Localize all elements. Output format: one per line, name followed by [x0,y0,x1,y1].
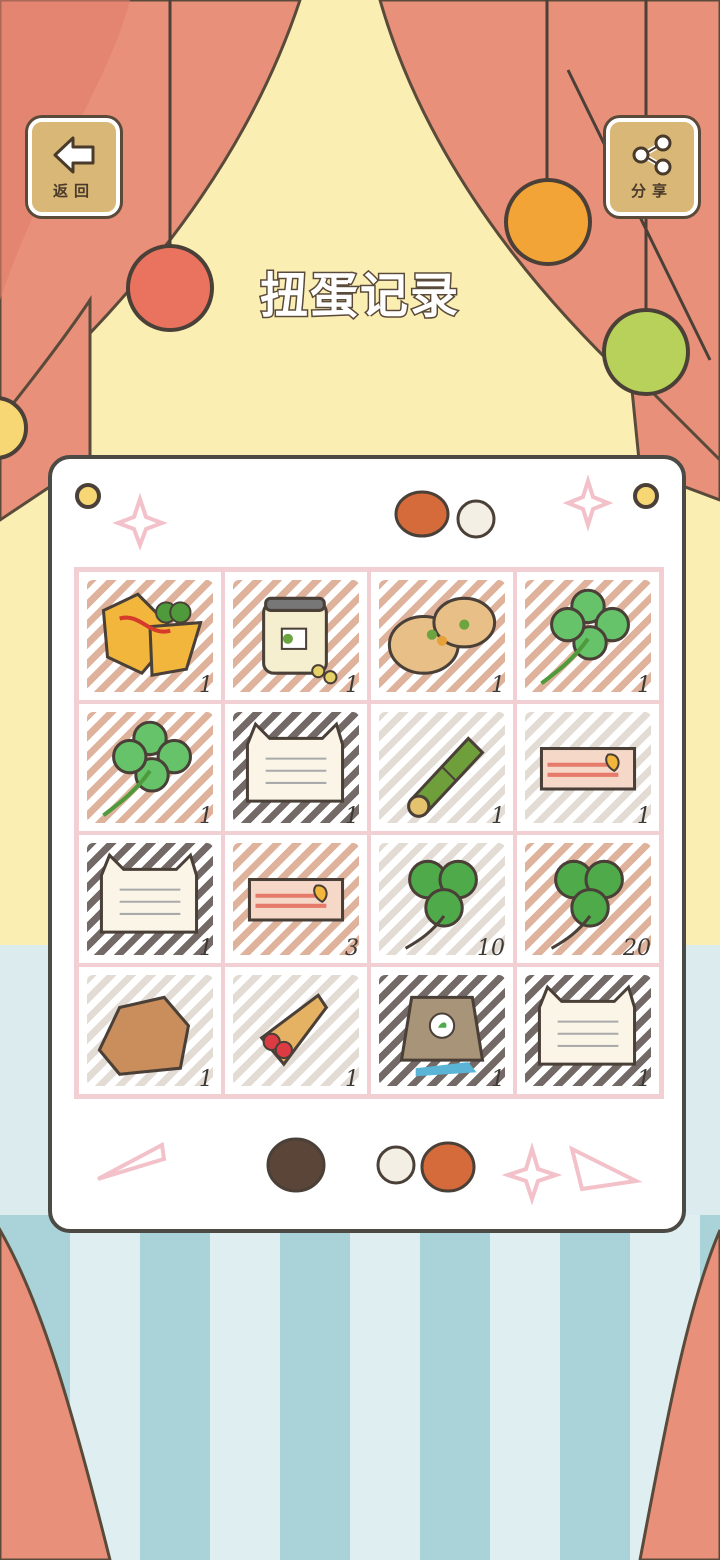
grid-item[interactable]: 1 [77,833,223,965]
grid-item[interactable]: 1 [515,964,661,1096]
item-count: 1 [491,1067,505,1092]
item-count: 1 [345,672,359,698]
item-count: 1 [491,804,505,829]
item-count: 1 [491,672,505,698]
grid-item[interactable]: 1 [223,570,369,702]
item-count: 1 [199,672,213,698]
item-count: 1 [637,804,651,829]
grid-item[interactable]: 20 [515,833,661,965]
grid-item[interactable]: 1 [369,964,515,1096]
grid-item[interactable]: 1 [223,701,369,833]
item-count: 3 [345,935,359,961]
record-board: 1 1 1 1 1 1 1 1 1 3 10 20 1 1 1 1 [48,455,686,1233]
item-count: 20 [623,935,651,961]
item-grid: 1 1 1 1 1 1 1 1 1 3 10 20 1 1 1 1 [74,567,664,1099]
item-count: 1 [199,935,213,961]
grid-item[interactable]: 1 [515,570,661,702]
grid-item[interactable]: 1 [223,964,369,1096]
page-title: 扭蛋记录 [258,267,460,326]
item-count: 1 [637,672,651,698]
grid-item[interactable]: 3 [223,833,369,965]
left-arrow-icon [53,136,95,173]
grid-item[interactable]: 1 [77,701,223,833]
grid-item[interactable]: 1 [369,570,515,702]
share-icon [632,134,672,175]
orange-ornament [504,178,592,266]
item-count: 1 [345,1067,359,1092]
grid-item[interactable]: 1 [369,701,515,833]
grid-item[interactable]: 10 [369,833,515,965]
back-label: 返回 [52,181,95,200]
grid-item[interactable]: 1 [77,964,223,1096]
item-count: 1 [637,1067,651,1092]
item-count: 1 [199,1067,213,1092]
back-button[interactable]: 返回 [28,118,120,216]
grid-item[interactable]: 1 [77,570,223,702]
grid-item[interactable]: 1 [515,701,661,833]
item-count: 1 [345,804,359,829]
item-count: 1 [199,804,213,829]
share-button[interactable]: 分享 [606,118,698,216]
item-count: 10 [477,935,505,961]
share-label: 分享 [630,181,673,200]
